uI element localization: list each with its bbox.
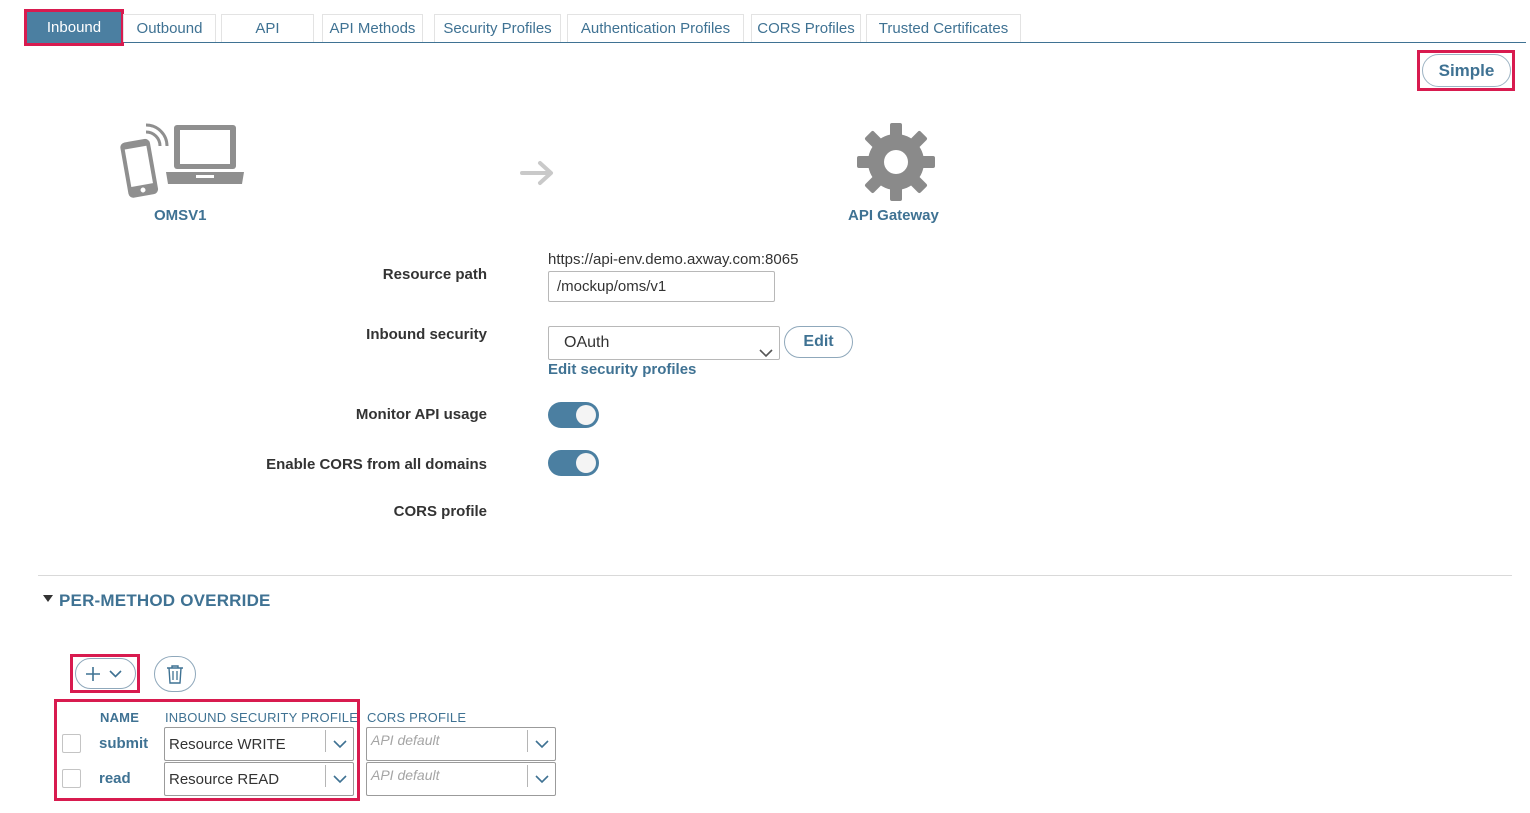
tab-bar: Inbound Outbound API API Methods Securit…	[24, 9, 1526, 46]
cors-profile-placeholder: API default	[371, 732, 440, 748]
tab-outbound[interactable]: Outbound	[123, 14, 216, 42]
enable-cors-label: Enable CORS from all domains	[266, 456, 487, 473]
row-checkbox-read[interactable]	[62, 769, 81, 788]
inbound-profile-select-submit[interactable]: Resource WRITE	[164, 727, 354, 761]
monitor-api-usage-label: Monitor API usage	[355, 406, 487, 423]
chevron-down-icon	[333, 775, 347, 784]
edit-security-button[interactable]: Edit	[784, 326, 853, 358]
tab-security-profiles[interactable]: Security Profiles	[434, 14, 561, 42]
column-name-header: NAME	[100, 710, 140, 725]
gateway-label: API Gateway	[848, 207, 939, 224]
mobile-laptop-icon	[116, 122, 246, 202]
enable-cors-toggle[interactable]	[548, 450, 599, 476]
tab-api-methods[interactable]: API Methods	[322, 14, 423, 42]
simple-mode-button[interactable]: Simple	[1422, 54, 1511, 87]
inbound-security-select[interactable]: OAuth	[548, 326, 780, 360]
inbound-profile-value: Resource READ	[169, 771, 280, 788]
client-label: OMSV1	[154, 207, 207, 224]
add-method-button[interactable]	[75, 658, 136, 689]
collapse-caret-icon[interactable]	[43, 595, 53, 602]
cors-profile-label: CORS profile	[393, 503, 487, 520]
resource-path-input[interactable]: /mockup/oms/v1	[548, 271, 775, 302]
chevron-down-icon	[535, 775, 549, 784]
chevron-down-icon	[109, 670, 122, 678]
chevron-down-icon	[535, 740, 549, 749]
section-divider	[38, 575, 1512, 576]
base-url-text: https://api-env.demo.axway.com:8065	[548, 251, 799, 268]
cors-profile-placeholder: API default	[371, 767, 440, 783]
row-name-read: read	[99, 770, 131, 787]
tab-api[interactable]: API	[221, 14, 314, 42]
edit-security-profiles-link[interactable]: Edit security profiles	[548, 361, 696, 378]
chevron-down-icon	[759, 338, 773, 370]
tab-trusted-certificates[interactable]: Trusted Certificates	[866, 14, 1021, 42]
plus-icon	[86, 667, 100, 681]
column-cors-header: CORS PROFILE	[367, 710, 467, 725]
inbound-profile-value: Resource WRITE	[169, 736, 286, 753]
arrow-right-icon	[520, 160, 556, 186]
trash-icon	[167, 665, 183, 684]
per-method-override-title[interactable]: PER-METHOD OVERRIDE	[59, 591, 271, 611]
column-inbound-header: INBOUND SECURITY PROFILE	[165, 710, 359, 725]
monitor-api-usage-toggle[interactable]	[548, 402, 599, 428]
inbound-profile-select-read[interactable]: Resource READ	[164, 762, 354, 796]
inbound-security-value: OAuth	[564, 334, 610, 351]
resource-path-label: Resource path	[382, 266, 487, 283]
gear-icon	[855, 121, 937, 203]
tab-authentication-profiles[interactable]: Authentication Profiles	[567, 14, 744, 42]
chevron-down-icon	[333, 740, 347, 749]
tab-cors-profiles[interactable]: CORS Profiles	[751, 14, 861, 42]
row-name-submit: submit	[99, 735, 149, 752]
cors-profile-select-read[interactable]: API default	[366, 762, 556, 796]
delete-method-button[interactable]	[154, 656, 196, 692]
tab-inbound[interactable]: Inbound	[24, 9, 124, 46]
row-checkbox-submit[interactable]	[62, 734, 81, 753]
cors-profile-select-submit[interactable]: API default	[366, 727, 556, 761]
inbound-security-label: Inbound security	[366, 326, 487, 343]
